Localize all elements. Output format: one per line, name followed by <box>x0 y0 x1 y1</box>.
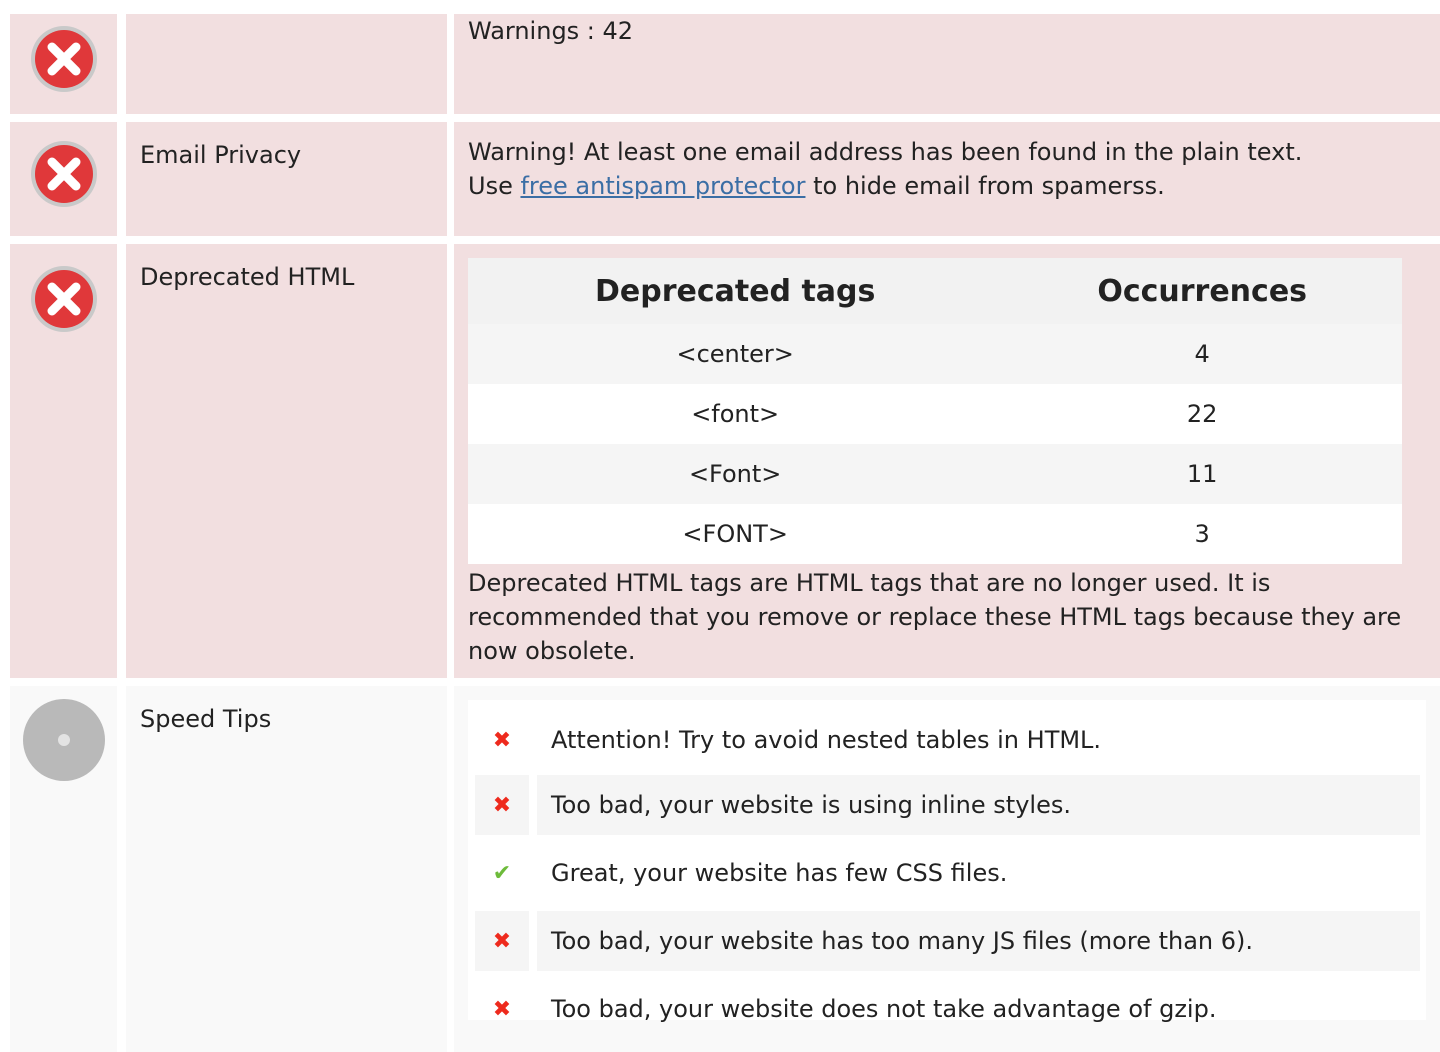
label-cell: Deprecated HTML <box>126 244 447 678</box>
tag-cell: <center> <box>468 324 1003 384</box>
cross-icon: ✖ <box>492 727 512 753</box>
status-cell <box>10 686 117 1052</box>
list-item: ✔ Great, your website has few CSS files. <box>475 843 1420 903</box>
antispam-protector-link[interactable]: free antispam protector <box>520 172 805 200</box>
tip-text: Too bad, your website is using inline st… <box>537 775 1420 835</box>
list-item: ✖ Too bad, your website is using inline … <box>475 775 1420 835</box>
row-label: Deprecated HTML <box>140 263 355 291</box>
cross-icon: ✖ <box>492 996 512 1022</box>
tag-cell: <FONT> <box>468 504 1003 564</box>
list-item: ✖ Attention! Try to avoid nested tables … <box>475 710 1420 770</box>
neutral-circle-icon <box>23 699 105 781</box>
list-item: ✖ Too bad, your website does not take ad… <box>475 979 1420 1039</box>
row-label: Email Privacy <box>140 141 302 169</box>
table-row: <Font> 11 <box>468 444 1402 504</box>
content-cell: Warning! At least one email address has … <box>454 122 1440 236</box>
status-cell <box>10 244 117 678</box>
tag-cell: <Font> <box>468 444 1003 504</box>
count-cell: 11 <box>1002 444 1402 504</box>
tip-text: Attention! Try to avoid nested tables in… <box>551 726 1102 754</box>
status-cell <box>10 122 117 236</box>
advice-suffix: to hide email from spamerss. <box>805 172 1165 200</box>
list-item: ✖ Too bad, your website has too many JS … <box>475 911 1420 971</box>
tip-text: Too bad, your website has too many JS fi… <box>537 911 1420 971</box>
column-header-occurrences: Occurrences <box>1002 258 1402 324</box>
email-warning-text: Warning! At least one email address has … <box>468 138 1303 166</box>
column-header-deprecated-tags: Deprecated tags <box>468 258 1003 324</box>
count-cell: 3 <box>1002 504 1402 564</box>
error-x-icon <box>31 141 97 207</box>
speed-tips-row: Speed Tips ✖ Attention! Try to avoid nes… <box>10 686 1440 1052</box>
speed-tips-list: ✖ Attention! Try to avoid nested tables … <box>468 700 1426 1023</box>
status-cell <box>10 14 117 114</box>
content-cell: Deprecated tags Occurrences <center> 4 <… <box>454 244 1440 678</box>
advice-prefix: Use <box>468 172 521 200</box>
deprecated-tags-table: Deprecated tags Occurrences <center> 4 <… <box>468 258 1402 564</box>
count-cell: 4 <box>1002 324 1402 384</box>
cross-icon: ✖ <box>475 775 529 835</box>
table-row: <font> 22 <box>468 384 1402 444</box>
tag-cell: <font> <box>468 384 1003 444</box>
count-cell: 22 <box>1002 384 1402 444</box>
row-label: Speed Tips <box>140 705 272 733</box>
content-cell: Warnings : 42 <box>454 14 1440 114</box>
tip-text: Great, your website has few CSS files. <box>551 859 1008 887</box>
table-row: <center> 4 <box>468 324 1402 384</box>
email-advice-text: Use free antispam protector to hide emai… <box>468 169 1426 203</box>
warnings-count: Warnings : 42 <box>468 17 634 45</box>
error-x-icon <box>31 26 97 92</box>
content-cell: ✖ Attention! Try to avoid nested tables … <box>454 686 1440 1052</box>
label-cell: Email Privacy <box>126 122 447 236</box>
table-row: <FONT> 3 <box>468 504 1402 564</box>
check-icon: ✔ <box>492 860 512 886</box>
tip-text: Too bad, your website does not take adva… <box>551 995 1217 1023</box>
email-privacy-row: Email Privacy Warning! At least one emai… <box>10 122 1440 236</box>
deprecated-description: Deprecated HTML tags are HTML tags that … <box>468 569 1402 665</box>
cross-icon: ✖ <box>475 911 529 971</box>
warnings-row: Warnings : 42 <box>10 14 1440 114</box>
deprecated-html-row: Deprecated HTML Deprecated tags Occurren… <box>10 244 1440 678</box>
label-cell <box>126 14 447 114</box>
table-header-row: Deprecated tags Occurrences <box>468 258 1402 324</box>
email-privacy-message: Warning! At least one email address has … <box>468 135 1426 203</box>
error-x-icon <box>31 266 97 332</box>
label-cell: Speed Tips <box>126 686 447 1052</box>
